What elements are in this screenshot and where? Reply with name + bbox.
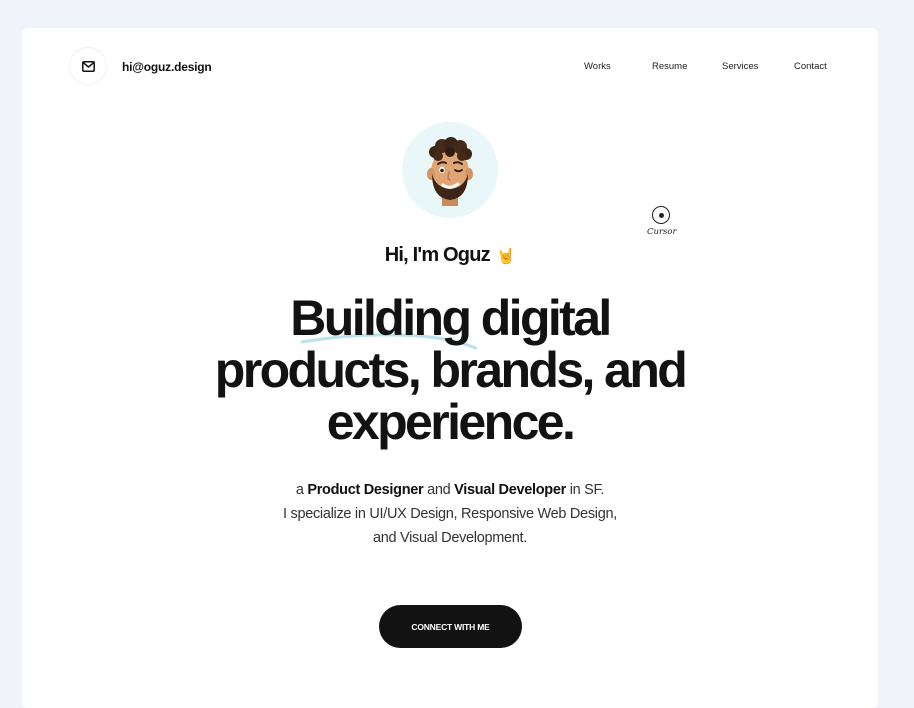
- intro-location: in SF.: [569, 482, 605, 498]
- intro-line-2: I specialize in UI/UX Design, Responsive…: [283, 506, 617, 522]
- intro-role-product-designer: Product Designer: [307, 482, 424, 498]
- nav-contact[interactable]: Contact: [794, 61, 827, 72]
- cursor-dot: [658, 212, 664, 218]
- intro-text: a Product Designer and Visual Developer …: [22, 478, 878, 550]
- headline-line-3: experience.: [326, 394, 576, 450]
- nav-services[interactable]: Services: [722, 61, 758, 72]
- intro-a: a: [295, 482, 304, 498]
- nav-resume[interactable]: Resume: [652, 61, 687, 72]
- headline-line-1: Building digital: [290, 290, 612, 346]
- rock-hand-emoji: 🤘: [496, 248, 516, 265]
- intro-role-visual-developer: Visual Developer: [454, 482, 566, 498]
- greeting-text: Hi, I'm Oguz: [384, 244, 491, 266]
- headline-line-2: products, brands, and: [214, 342, 688, 398]
- greeting: Hi, I'm Oguz 🤘: [22, 244, 878, 267]
- memoji-avatar: [427, 137, 473, 206]
- cursor-label: Cursor: [647, 227, 677, 237]
- intro-line-3: and Visual Development.: [372, 530, 528, 546]
- connect-button[interactable]: CONNECT WITH ME: [379, 605, 522, 648]
- intro-line-1: a Product Designer and Visual Developer …: [22, 478, 878, 502]
- nav-works[interactable]: Works: [584, 61, 611, 72]
- email-link[interactable]: hi@oguz.design: [122, 60, 212, 74]
- intro-and: and: [427, 482, 451, 498]
- hero-headline: Building digital products, brands, and e…: [22, 292, 878, 448]
- page-card: hi@oguz.design Works Resume Services Con…: [22, 28, 878, 708]
- mail-icon: [81, 60, 95, 72]
- cursor-indicator: Cursor: [644, 206, 680, 242]
- avatar: [402, 122, 498, 218]
- mail-button[interactable]: [69, 47, 107, 85]
